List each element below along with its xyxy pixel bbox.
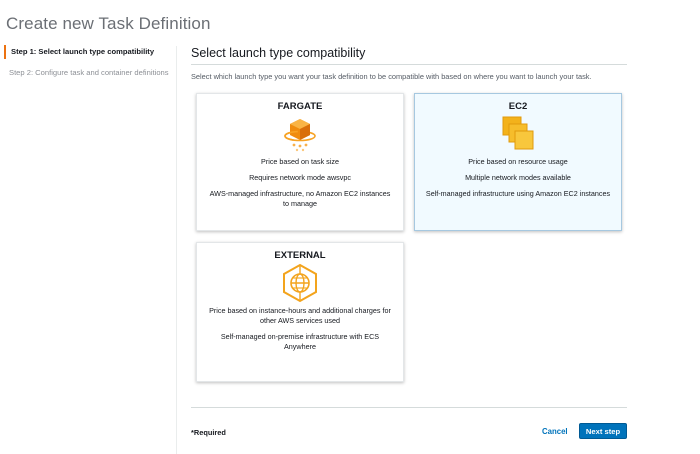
ec2-instances-icon	[415, 115, 621, 153]
fargate-line-1: Price based on task size	[261, 157, 339, 166]
ec2-line-1: Price based on resource usage	[468, 157, 568, 166]
fargate-card[interactable]: FARGATE Price based on task size Require…	[196, 93, 404, 231]
cancel-button[interactable]: Cancel	[542, 427, 568, 436]
external-card-title: EXTERNAL	[274, 250, 326, 261]
section-description: Select which launch type you want your t…	[191, 72, 592, 81]
fargate-icon	[197, 115, 403, 153]
step-2-link[interactable]: Step 2: Configure task and container def…	[4, 66, 174, 80]
footer-divider	[191, 407, 627, 408]
ec2-line-3: Self-managed infrastructure using Amazon…	[425, 189, 611, 198]
fargate-line-3: AWS-managed infrastructure, no Amazon EC…	[209, 189, 391, 208]
external-line-1: Price based on instance-hours and additi…	[209, 306, 391, 325]
required-note: *Required	[191, 428, 226, 437]
ec2-line-2: Multiple network modes available	[465, 173, 571, 182]
fargate-line-2: Requires network mode awsvpc	[249, 173, 351, 182]
wizard-steps: Step 1: Select launch type compatibility…	[4, 45, 174, 87]
page-title: Create new Task Definition	[6, 14, 211, 33]
ec2-card-title: EC2	[508, 101, 528, 112]
external-globe-icon	[197, 263, 403, 303]
vertical-divider	[176, 46, 177, 454]
external-card[interactable]: EXTERNAL Price based on instance-hours a…	[196, 242, 404, 382]
step-1-link[interactable]: Step 1: Select launch type compatibility	[4, 45, 174, 59]
next-step-button[interactable]: Next step	[579, 423, 627, 439]
ec2-card[interactable]: EC2 Price based on resource usage Multip…	[414, 93, 622, 231]
external-line-2: Self-managed on-premise infrastructure w…	[220, 332, 380, 351]
section-title: Select launch type compatibility	[191, 46, 627, 65]
fargate-card-title: FARGATE	[277, 101, 323, 112]
main-content: Select launch type compatibility Select …	[191, 46, 627, 81]
